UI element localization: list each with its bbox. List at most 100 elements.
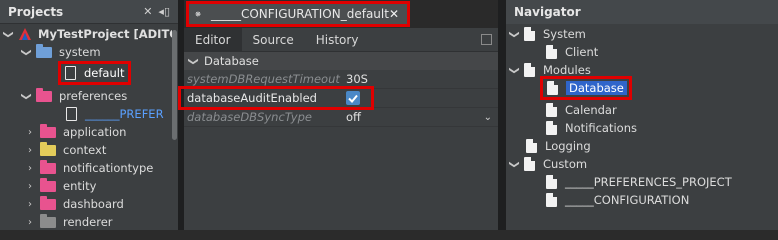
nav-item-label: _____CONFIGURATION: [565, 193, 690, 207]
property-name: databaseDBSyncType: [187, 110, 312, 124]
chevron-down-icon[interactable]: ❯: [509, 158, 520, 170]
tree-item-default[interactable]: default: [58, 61, 132, 85]
navigator-title: Navigator: [514, 5, 581, 19]
chevron-down-icon[interactable]: ⌄: [484, 112, 492, 123]
chevron-down-icon[interactable]: ❯: [21, 90, 32, 102]
chevron-down-icon[interactable]: ❯: [509, 64, 520, 76]
chevron-right-icon[interactable]: ›: [24, 127, 36, 138]
projects-scrollbar-thumb[interactable]: [172, 30, 177, 140]
tree-item-entity[interactable]: › entity: [24, 177, 96, 195]
property-row-audit[interactable]: databaseAuditEnabled: [178, 86, 498, 110]
chevron-down-icon[interactable]: ❯: [21, 46, 32, 58]
chevron-down-icon[interactable]: ❯: [3, 28, 14, 40]
tree-item-prefer-file[interactable]: ______PREFER: [66, 105, 164, 123]
tree-item-root[interactable]: ❯ MyTestProject [ADITO: [2, 25, 179, 43]
property-value[interactable]: 30S: [342, 72, 498, 86]
document-icon: [546, 103, 557, 117]
minimize-panel-icon[interactable]: ◂▯: [158, 5, 170, 18]
document-icon: [524, 27, 535, 41]
folder-icon: [40, 177, 56, 192]
property-dropdown[interactable]: off ⌄: [342, 110, 498, 124]
nav-item-label: Client: [565, 45, 599, 59]
chevron-right-icon[interactable]: ›: [24, 145, 36, 156]
document-tabstrip: _____CONFIGURATION_default ✕: [184, 0, 498, 28]
tree-item-label: dashboard: [63, 197, 124, 211]
nav-item-preferences-project[interactable]: _____PREFERENCES_PROJECT: [546, 173, 732, 191]
tab-source[interactable]: Source: [242, 28, 305, 51]
nav-item-configuration[interactable]: _____CONFIGURATION: [546, 191, 689, 209]
document-icon: [547, 81, 558, 95]
folder-icon: [40, 159, 56, 174]
gear-icon: [195, 11, 201, 17]
tree-item-label: default: [84, 66, 125, 80]
tree-item-application[interactable]: › application: [24, 123, 126, 141]
close-tab-icon[interactable]: ✕: [389, 7, 399, 21]
nav-item-label: Notifications: [565, 121, 637, 135]
chevron-right-icon[interactable]: ›: [24, 163, 36, 174]
document-tab-configuration[interactable]: _____CONFIGURATION_default ✕: [186, 1, 410, 27]
nav-item-system[interactable]: ❯ System: [508, 25, 586, 43]
tree-item-label: ______PREFER: [85, 107, 164, 121]
close-panel-icon[interactable]: ✕: [143, 5, 152, 18]
tree-item-label: system: [59, 45, 101, 59]
navigator-header: Navigator: [506, 0, 778, 24]
section-title: Database: [204, 54, 259, 68]
tree-item-label: entity: [63, 179, 97, 193]
document-icon: [546, 121, 557, 135]
document-icon: [524, 63, 535, 77]
nav-item-database[interactable]: Database: [540, 76, 632, 100]
nav-item-label: Custom: [543, 157, 588, 171]
nav-item-calendar[interactable]: Calendar: [546, 101, 617, 119]
document-icon: [546, 193, 557, 207]
chevron-right-icon[interactable]: ›: [24, 217, 36, 228]
folder-icon: [40, 123, 56, 138]
chevron-right-icon[interactable]: ›: [24, 199, 36, 210]
projects-title: Projects: [8, 4, 64, 19]
nav-item-custom[interactable]: ❯ Custom: [508, 155, 587, 173]
projects-panel: Projects ✕ ◂▯ ❯ MyTestProject [ADITO ❯ s…: [0, 0, 178, 230]
tree-item-label: MyTestProject [ADITO: [38, 27, 178, 41]
folder-icon: [36, 87, 52, 102]
tree-item-renderer[interactable]: › renderer: [24, 213, 113, 230]
nav-item-logging[interactable]: Logging: [526, 137, 591, 155]
tree-item-label: context: [63, 143, 107, 157]
nav-item-label: _____PREFERENCES_PROJECT: [565, 175, 732, 189]
tree-item-label: application: [63, 125, 127, 139]
panel-divider: [498, 0, 506, 230]
tab-editor[interactable]: Editor: [184, 28, 242, 51]
nav-item-label: Logging: [545, 139, 591, 153]
navigator-panel: Navigator ❯ System Client ❯ Modules Data…: [506, 0, 778, 230]
tree-item-dashboard[interactable]: › dashboard: [24, 195, 124, 213]
highlight-box: [178, 86, 374, 110]
tree-item-label: renderer: [63, 215, 113, 229]
nav-item-label: Database: [566, 81, 627, 95]
projects-header: Projects ✕ ◂▯: [0, 0, 178, 24]
dropdown-value: off: [346, 110, 361, 124]
chevron-down-icon[interactable]: ❯: [188, 56, 199, 66]
nav-item-client[interactable]: Client: [546, 43, 598, 61]
document-icon: [526, 139, 537, 153]
document-icon: [546, 45, 557, 59]
tree-item-context[interactable]: › context: [24, 141, 106, 159]
folder-icon: [36, 43, 52, 58]
chevron-down-icon[interactable]: ❯: [509, 28, 520, 40]
property-name: systemDBRequestTimeout: [187, 72, 340, 86]
maximize-icon[interactable]: [481, 34, 492, 45]
nav-item-notifications[interactable]: Notifications: [546, 119, 637, 137]
document-icon: [546, 175, 557, 189]
file-icon: [65, 66, 76, 80]
adito-logo-icon: [19, 28, 31, 40]
tab-history[interactable]: History: [305, 28, 370, 51]
property-row[interactable]: databaseDBSyncType off ⌄: [184, 108, 498, 127]
tree-item-label: notificationtype: [63, 161, 154, 175]
tree-item-notificationtype[interactable]: › notificationtype: [24, 159, 153, 177]
tree-item-system[interactable]: ❯ system: [20, 43, 101, 61]
folder-icon: [40, 141, 56, 156]
chevron-right-icon[interactable]: ›: [24, 181, 36, 192]
nav-item-label: System: [543, 27, 586, 41]
editor-subtabs: Editor Source History: [184, 28, 498, 52]
editor-panel: _____CONFIGURATION_default ✕ Editor Sour…: [178, 0, 498, 230]
tree-item-preferences[interactable]: ❯ preferences: [20, 87, 127, 105]
document-icon: [524, 157, 535, 171]
section-database[interactable]: ❯ Database: [184, 52, 498, 70]
